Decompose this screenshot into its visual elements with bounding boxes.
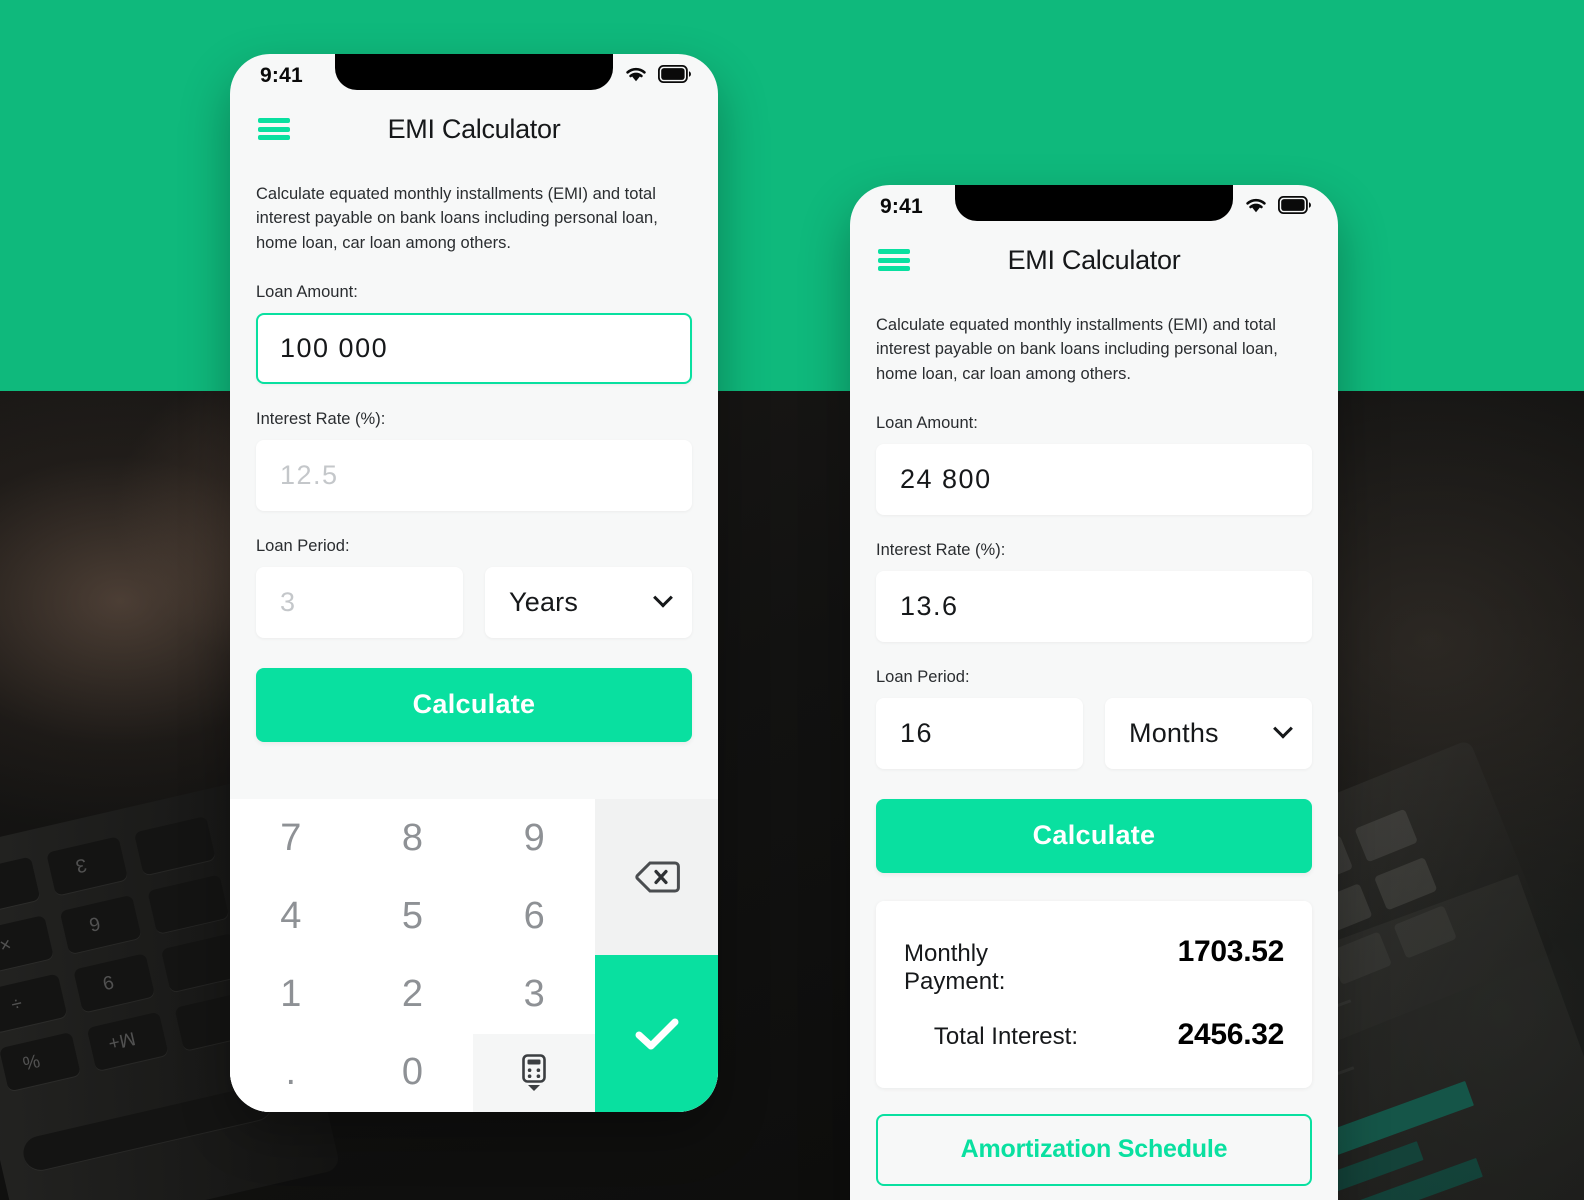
hamburger-menu-icon[interactable] <box>878 249 910 271</box>
keypad-key-4[interactable]: 4 <box>230 877 352 956</box>
status-bar: 9:41 <box>230 54 718 98</box>
intro-text: Calculate equated monthly installments (… <box>876 316 1278 383</box>
monthly-payment-label: Monthly Payment: <box>904 939 1006 995</box>
wifi-icon <box>623 64 649 89</box>
content-area: Calculate equated monthly installments (… <box>230 160 718 742</box>
keypad-key-6[interactable]: 6 <box>473 877 595 956</box>
result-row-total-interest: Total Interest: 2456.32 <box>904 1018 1284 1052</box>
hide-keyboard-icon[interactable] <box>473 1033 595 1112</box>
keypad-top-strip <box>230 790 718 799</box>
content-area: Calculate equated monthly installments (… <box>850 291 1338 1186</box>
hamburger-menu-icon[interactable] <box>258 118 290 140</box>
total-interest-label: Total Interest: <box>933 1022 1078 1050</box>
loan-period-unit-select[interactable]: Years <box>485 566 692 638</box>
keypad-side-column <box>595 799 718 1112</box>
loan-amount-label: Loan Amount: <box>256 282 358 301</box>
page-title: EMI Calculator <box>1007 244 1181 275</box>
wifi-icon <box>1243 195 1269 220</box>
keypad-key-5[interactable]: 5 <box>351 877 474 956</box>
status-bar: 9:41 <box>850 185 1338 229</box>
monthly-payment-value: 1703.52 <box>1177 934 1285 968</box>
check-icon[interactable] <box>595 955 718 1112</box>
keypad-key-0[interactable]: 0 <box>351 1033 474 1112</box>
phone-left: 9:41 EMI Calculator Calculate equated mo… <box>230 54 718 1112</box>
numeric-keypad: 7 8 9 4 5 6 1 2 3 . 0 <box>230 790 718 1112</box>
app-bar: EMI Calculator <box>230 98 718 160</box>
loan-period-unit-value: Years <box>509 586 579 617</box>
battery-icon <box>1277 195 1312 219</box>
interest-rate-input[interactable]: 13.6 <box>876 570 1312 642</box>
screenshot-stage: 3 6 9 M+ % ÷ × − <box>0 0 1584 1200</box>
page-title: EMI Calculator <box>387 113 561 144</box>
total-interest-value: 2456.32 <box>1177 1017 1285 1051</box>
calculate-button[interactable]: Calculate <box>876 798 1312 873</box>
interest-rate-input[interactable]: 12.5 <box>256 439 692 511</box>
keypad-key-2[interactable]: 2 <box>351 955 474 1034</box>
chevron-down-icon <box>1273 719 1293 739</box>
intro-text: Calculate equated monthly installments (… <box>256 185 658 252</box>
keypad-key-7[interactable]: 7 <box>230 799 352 878</box>
battery-icon <box>657 64 692 88</box>
phone-right: 9:41 EMI Calculator Calculate equated mo… <box>850 185 1338 1200</box>
calculate-button[interactable]: Calculate <box>256 667 692 742</box>
keypad-key-8[interactable]: 8 <box>351 799 474 878</box>
interest-rate-label: Interest Rate (%): <box>256 409 386 428</box>
amortization-schedule-button[interactable]: Amortization Schedule <box>876 1113 1312 1186</box>
result-row-monthly-payment: Monthly Payment: 1703.52 <box>904 935 1284 996</box>
interest-rate-label: Interest Rate (%): <box>876 540 1006 559</box>
loan-period-input[interactable]: 3 <box>256 566 463 638</box>
loan-period-unit-select[interactable]: Months <box>1105 697 1312 769</box>
loan-period-input[interactable]: 16 <box>876 697 1083 769</box>
loan-period-row: 16 Months <box>876 697 1312 769</box>
loan-amount-label: Loan Amount: <box>876 413 978 432</box>
loan-period-label: Loan Period: <box>876 667 970 686</box>
keypad-key-9[interactable]: 9 <box>473 799 595 878</box>
status-time: 9:41 <box>880 195 923 218</box>
app-bar: EMI Calculator <box>850 229 1338 291</box>
loan-period-label: Loan Period: <box>256 536 350 555</box>
loan-period-row: 3 Years <box>256 566 692 638</box>
loan-amount-input[interactable]: 100 000 <box>256 312 692 384</box>
loan-amount-input[interactable]: 24 800 <box>876 443 1312 515</box>
chevron-down-icon <box>653 588 673 608</box>
keypad-key-1[interactable]: 1 <box>230 955 352 1034</box>
keypad-key-3[interactable]: 3 <box>473 955 595 1034</box>
keypad-number-grid: 7 8 9 4 5 6 1 2 3 . 0 <box>230 799 595 1112</box>
results-card: Monthly Payment: 1703.52 Total Interest:… <box>876 900 1312 1088</box>
status-time: 9:41 <box>260 64 303 87</box>
backspace-icon[interactable] <box>595 799 718 955</box>
loan-period-unit-value: Months <box>1129 717 1219 748</box>
keypad-key-decimal[interactable]: . <box>230 1033 352 1112</box>
